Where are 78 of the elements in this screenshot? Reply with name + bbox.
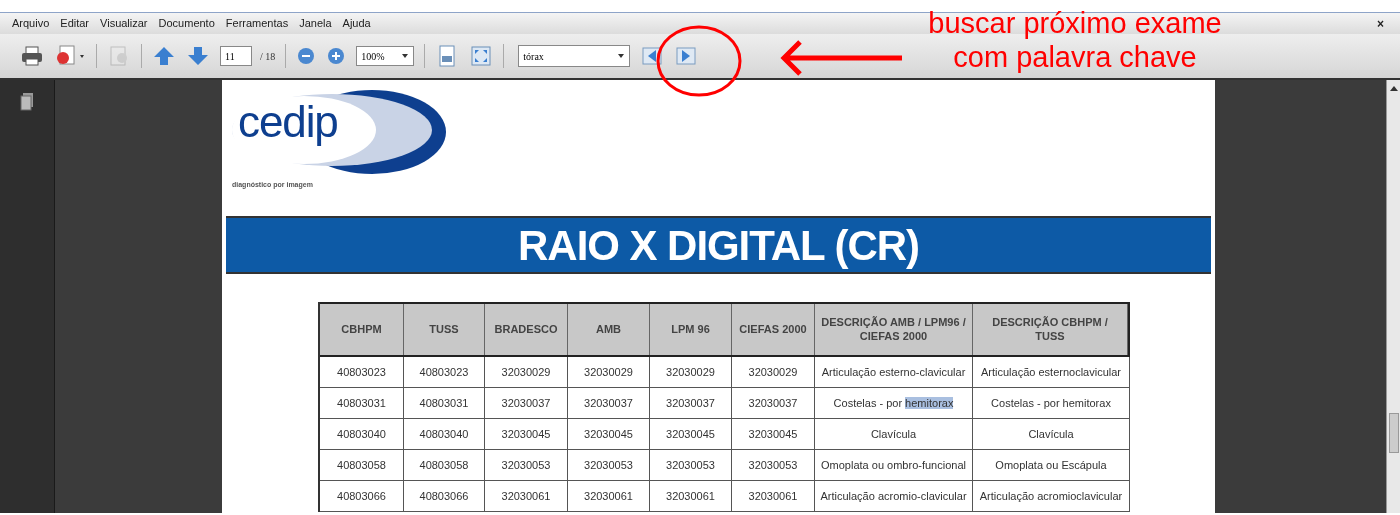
table-cell: 32030061 bbox=[568, 481, 650, 511]
column-header: AMB bbox=[568, 304, 650, 355]
table-cell: 32030037 bbox=[732, 388, 815, 418]
pages-icon[interactable] bbox=[19, 92, 35, 112]
table-cell: 40803066 bbox=[320, 481, 404, 511]
column-header: CBHPM bbox=[320, 304, 404, 355]
scroll-thumb[interactable] bbox=[1388, 413, 1399, 453]
table-cell: 32030061 bbox=[485, 481, 568, 511]
menu-item[interactable]: Ferramentas bbox=[225, 15, 289, 32]
table-cell: 32030045 bbox=[485, 419, 568, 449]
table-cell: Omoplata ou ombro-funcional bbox=[815, 450, 973, 480]
table-cell: 32030061 bbox=[732, 481, 815, 511]
column-header: CIEFAS 2000 bbox=[732, 304, 815, 355]
table-cell: 32030053 bbox=[485, 450, 568, 480]
table-cell: 40803066 bbox=[404, 481, 485, 511]
table-cell: 32030045 bbox=[650, 419, 732, 449]
menu-item[interactable]: Arquivo bbox=[12, 15, 50, 32]
caret-icon bbox=[401, 52, 410, 60]
document-dropdown-icon[interactable] bbox=[54, 44, 86, 68]
table-cell: 32030045 bbox=[568, 419, 650, 449]
column-header: TUSS bbox=[404, 304, 485, 355]
table-cell: 32030053 bbox=[568, 450, 650, 480]
page-number-field[interactable]: 11 bbox=[220, 46, 252, 66]
zoom-out-icon[interactable] bbox=[296, 46, 317, 66]
table-cell: 32030029 bbox=[650, 357, 732, 387]
table-cell: 32030029 bbox=[568, 357, 650, 387]
annotation-text: buscar próximo exame bbox=[928, 6, 1222, 40]
table-cell: Costelas - por hemitorax bbox=[973, 388, 1130, 418]
column-header: BRADESCO bbox=[485, 304, 568, 355]
caret-icon bbox=[617, 52, 626, 60]
table-cell: Costelas - por hemitorax bbox=[815, 388, 973, 418]
title-banner: RAIO X DIGITAL (CR) bbox=[226, 216, 1211, 274]
table-cell: 32030029 bbox=[485, 357, 568, 387]
zoom-in-icon[interactable] bbox=[326, 46, 347, 66]
column-header: DESCRIÇÃO CBHPM / TUSS bbox=[973, 304, 1128, 355]
table-cell: 40803023 bbox=[404, 357, 485, 387]
search-field[interactable]: tórax bbox=[518, 45, 631, 67]
column-header: DESCRIÇÃO AMB / LPM96 / CIEFAS 2000 bbox=[815, 304, 973, 355]
table-cell: Articulação acromio-clavicular bbox=[815, 481, 973, 511]
up-arrow-icon[interactable] bbox=[152, 44, 176, 68]
table-cell: 40803058 bbox=[404, 450, 485, 480]
down-arrow-icon[interactable] bbox=[186, 44, 210, 68]
find-next-icon[interactable] bbox=[674, 44, 699, 68]
table-cell: 32030029 bbox=[732, 357, 815, 387]
close-button[interactable]: × bbox=[1377, 14, 1384, 33]
print-icon[interactable] bbox=[20, 44, 44, 68]
table-cell: 40803031 bbox=[404, 388, 485, 418]
table-cell: 40803058 bbox=[320, 450, 404, 480]
menu-item[interactable]: Editar bbox=[60, 15, 90, 32]
table-cell: 40803023 bbox=[320, 357, 404, 387]
table-cell: 40803040 bbox=[404, 419, 485, 449]
column-header: LPM 96 bbox=[650, 304, 732, 355]
logo-text: cedip bbox=[238, 100, 338, 144]
zoom-dropdown[interactable]: 100% bbox=[356, 46, 415, 66]
table-cell: 32030037 bbox=[568, 388, 650, 418]
table-cell: 32030053 bbox=[650, 450, 732, 480]
table-cell: 32030037 bbox=[650, 388, 732, 418]
table-cell: Articulação esternoclavicular bbox=[973, 357, 1130, 387]
table-cell: Articulação esterno-clavicular bbox=[815, 357, 973, 387]
scroll-up-arrow-icon[interactable] bbox=[1388, 84, 1399, 94]
table-cell: Articulação acromioclavicular bbox=[973, 481, 1130, 511]
table-cell: 32030061 bbox=[650, 481, 732, 511]
menu-item[interactable]: Documento bbox=[158, 15, 215, 32]
table-cell: Clavícula bbox=[973, 419, 1130, 449]
table-cell: 32030037 bbox=[485, 388, 568, 418]
table-cell: 40803040 bbox=[320, 419, 404, 449]
menu-item[interactable]: Ajuda bbox=[342, 15, 371, 32]
menu-item[interactable]: Visualizar bbox=[100, 15, 148, 32]
menu-item[interactable]: Janela bbox=[299, 15, 332, 32]
table-cell: Omoplata ou Escápula bbox=[973, 450, 1130, 480]
full-screen-icon[interactable] bbox=[469, 44, 494, 68]
table-cell: 32030045 bbox=[732, 419, 815, 449]
page-total: / 18 bbox=[260, 49, 276, 64]
table-cell: 40803031 bbox=[320, 388, 404, 418]
scroll-bar[interactable] bbox=[1386, 80, 1400, 513]
table-cell: 32030053 bbox=[732, 450, 815, 480]
annotation-text: com palavra chave bbox=[953, 40, 1197, 74]
table-cell: Clavícula bbox=[815, 419, 973, 449]
